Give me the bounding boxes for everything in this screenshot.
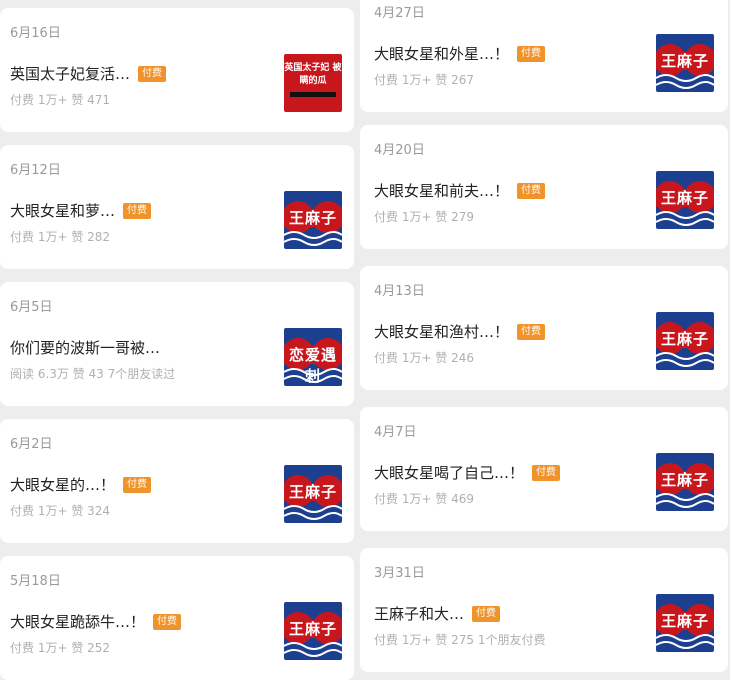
article-date: 4月20日 — [374, 143, 425, 158]
title-row: 大眼女星和外星…！ 付费 — [374, 43, 546, 64]
article-title: 大眼女星和萝… — [10, 202, 116, 220]
article-card[interactable]: 4月7日 大眼女星喝了自己…！ 付费 付费 1万+ 赞 469 王麻子 — [360, 407, 728, 531]
article-stats: 阅读 6.3万 赞 43 7个朋友读过 — [10, 367, 176, 381]
article-card[interactable]: 3月31日 王麻子和大… 付费 付费 1万+ 赞 275 1个朋友付费 王麻子 — [360, 548, 728, 672]
article-thumbnail[interactable]: 王麻子 — [656, 312, 714, 370]
article-thumbnail[interactable]: 王麻子 — [284, 191, 342, 249]
thumbnail-text: 王麻子 — [660, 52, 709, 70]
thumbnail-text: 王麻子 — [288, 620, 337, 638]
paid-badge: 付费 — [153, 613, 182, 630]
article-card[interactable]: 5月18日 大眼女星跪舔牛…！ 付费 付费 1万+ 赞 252 王麻子 — [0, 556, 354, 680]
article-date: 3月31日 — [374, 566, 425, 581]
article-date: 6月2日 — [10, 437, 53, 452]
article-stats: 付费 1万+ 赞 275 1个朋友付费 — [374, 633, 546, 647]
thumbnail-text: 王麻子 — [660, 330, 709, 348]
paid-badge: 付费 — [472, 605, 501, 622]
article-card[interactable]: 4月27日 大眼女星和外星…！ 付费 付费 1万+ 赞 267 王麻子 — [360, 0, 728, 112]
article-stats: 付费 1万+ 赞 324 — [10, 504, 111, 518]
thumbnail-text: 王麻子 — [288, 209, 337, 227]
title-row: 你们要的波斯一哥被… — [10, 337, 160, 358]
article-date: 6月5日 — [10, 300, 53, 315]
thumbnail-text: 王麻子 — [660, 471, 709, 489]
article-date: 4月7日 — [374, 425, 417, 440]
article-date: 6月12日 — [10, 163, 61, 178]
article-thumbnail[interactable]: 王麻子 — [656, 594, 714, 652]
paid-badge: 付费 — [123, 476, 152, 493]
article-thumbnail[interactable]: 王麻子 — [284, 602, 342, 660]
article-thumbnail[interactable]: 王麻子 — [284, 465, 342, 523]
article-title: 大眼女星的…！ — [10, 476, 116, 494]
article-title: 大眼女星和前夫…！ — [374, 182, 510, 200]
article-date: 4月27日 — [374, 6, 425, 21]
article-title: 大眼女星跪舔牛…！ — [10, 613, 146, 631]
article-date: 4月13日 — [374, 284, 425, 299]
thumbnail-text: 英国太子妃 被瞒的瓜 — [284, 63, 342, 86]
thumbnail-text: 恋爱遇刺 — [288, 346, 337, 385]
article-stats: 付费 1万+ 赞 469 — [374, 492, 475, 506]
article-stats: 付费 1万+ 赞 267 — [374, 73, 475, 87]
article-title: 大眼女星和渔村…！ — [374, 323, 510, 341]
article-thumbnail[interactable]: 恋爱遇刺 — [284, 328, 342, 386]
title-row: 大眼女星和萝… 付费 — [10, 200, 152, 221]
article-date: 5月18日 — [10, 574, 61, 589]
article-thumbnail[interactable]: 王麻子 — [656, 34, 714, 92]
paid-badge: 付费 — [123, 202, 152, 219]
title-row: 大眼女星的…！ 付费 — [10, 474, 152, 495]
article-thumbnail[interactable]: 英国太子妃 被瞒的瓜 — [284, 54, 342, 112]
article-thumbnail[interactable]: 王麻子 — [656, 453, 714, 511]
title-row: 大眼女星跪舔牛…！ 付费 — [10, 611, 182, 632]
thumbnail-text: 王麻子 — [660, 612, 709, 630]
article-card[interactable]: 4月13日 大眼女星和渔村…！ 付费 付费 1万+ 赞 246 王麻子 — [360, 266, 728, 390]
paid-badge: 付费 — [517, 323, 546, 340]
paid-badge: 付费 — [517, 45, 546, 62]
article-title: 英国太子妃复活… — [10, 65, 131, 83]
article-title: 大眼女星喝了自己…！ — [374, 464, 525, 482]
thumbnail-text: 王麻子 — [288, 483, 337, 501]
article-title: 你们要的波斯一哥被… — [10, 339, 161, 357]
article-stats: 付费 1万+ 赞 471 — [10, 93, 111, 107]
thumbnail-text: 王麻子 — [660, 189, 709, 207]
title-row: 大眼女星喝了自己…！ 付费 — [374, 462, 561, 483]
article-title: 王麻子和大… — [374, 605, 465, 623]
article-date: 6月16日 — [10, 26, 61, 41]
article-card[interactable]: 6月16日 英国太子妃复活… 付费 付费 1万+ 赞 471 英国太子妃 被瞒的… — [0, 8, 354, 132]
article-thumbnail[interactable]: 王麻子 — [656, 171, 714, 229]
title-row: 王麻子和大… 付费 — [374, 603, 501, 624]
article-card[interactable]: 4月20日 大眼女星和前夫…！ 付费 付费 1万+ 赞 279 王麻子 — [360, 125, 728, 249]
title-row: 英国太子妃复活… 付费 — [10, 63, 167, 84]
article-title: 大眼女星和外星…！ — [374, 45, 510, 63]
article-card[interactable]: 6月12日 大眼女星和萝… 付费 付费 1万+ 赞 282 王麻子 — [0, 145, 354, 269]
article-stats: 付费 1万+ 赞 246 — [374, 351, 475, 365]
article-stats: 付费 1万+ 赞 282 — [10, 230, 111, 244]
article-stats: 付费 1万+ 赞 279 — [374, 210, 475, 224]
paid-badge: 付费 — [532, 464, 561, 481]
article-stats: 付费 1万+ 赞 252 — [10, 641, 111, 655]
paid-badge: 付费 — [138, 65, 167, 82]
article-card[interactable]: 6月5日 你们要的波斯一哥被… 阅读 6.3万 赞 43 7个朋友读过 恋爱遇刺 — [0, 282, 354, 406]
title-row: 大眼女星和前夫…！ 付费 — [374, 180, 546, 201]
article-card[interactable]: 6月2日 大眼女星的…！ 付费 付费 1万+ 赞 324 王麻子 — [0, 419, 354, 543]
paid-badge: 付费 — [517, 182, 546, 199]
title-row: 大眼女星和渔村…！ 付费 — [374, 321, 546, 342]
